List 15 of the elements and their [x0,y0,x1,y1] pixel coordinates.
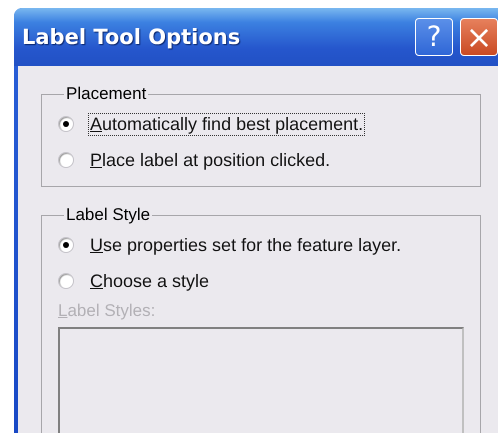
styles-list-box[interactable] [58,327,464,433]
close-button[interactable]: × [460,18,498,56]
radio-button[interactable] [58,152,74,168]
radio-label[interactable]: Use properties set for the feature layer. [88,234,404,256]
radio-label[interactable]: Automatically find best placement. [88,112,366,136]
radio-button[interactable] [58,273,74,289]
help-button[interactable]: ? [415,18,453,56]
group-title: Label Style [65,205,152,225]
radio-label[interactable]: Place label at position clicked. [88,148,332,172]
group-title: Placement [65,84,148,104]
window-title: Label Tool Options [22,25,240,49]
radio-button[interactable] [58,116,74,132]
list-label: Label Styles: [58,301,156,321]
radio-label[interactable]: Choose a style [88,270,212,292]
radio-button[interactable] [58,237,74,253]
